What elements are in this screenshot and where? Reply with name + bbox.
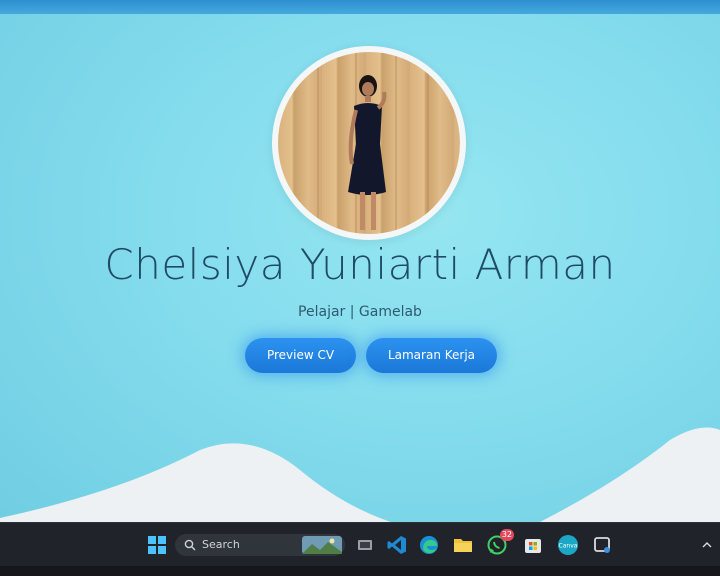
chevron-up-icon[interactable]: [702, 540, 712, 550]
search-placeholder: Search: [202, 538, 240, 551]
lamaran-kerja-button[interactable]: Lamaran Kerja: [366, 338, 497, 373]
task-view-icon[interactable]: [354, 534, 376, 556]
taskbar: Search 32 Canva: [0, 522, 720, 566]
windows-start-icon[interactable]: [146, 534, 168, 556]
edge-browser-icon[interactable]: [418, 534, 440, 556]
whatsapp-badge: 32: [499, 529, 514, 541]
top-bar: [0, 0, 720, 14]
search-icon: [184, 539, 196, 551]
snipping-tool-icon[interactable]: [592, 534, 614, 556]
landscape-widget-icon[interactable]: [302, 534, 342, 556]
decorative-waves: [0, 427, 720, 532]
monitor-bezel: [0, 566, 720, 576]
avatar: [278, 52, 460, 234]
profile-subtitle: Pelajar | Gamelab: [298, 304, 422, 320]
screen: Chelsiya Yuniarti Arman Pelajar | Gamela…: [0, 0, 720, 532]
profile-name: Chelsiya Yuniarti Arman: [104, 240, 616, 289]
file-explorer-icon[interactable]: [452, 534, 474, 556]
whatsapp-icon[interactable]: 32: [486, 529, 514, 556]
canva-label: Canva: [559, 543, 578, 550]
preview-cv-button[interactable]: Preview CV: [245, 338, 356, 373]
vscode-icon[interactable]: [386, 534, 408, 556]
microsoft-store-icon[interactable]: [522, 534, 544, 556]
canva-icon[interactable]: Canva: [557, 534, 579, 556]
profile-photo: [317, 52, 429, 234]
